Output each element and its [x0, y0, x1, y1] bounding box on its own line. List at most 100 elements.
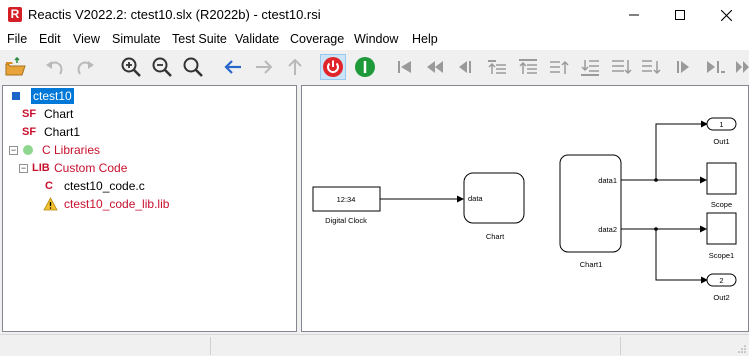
step-in-icon: [488, 60, 506, 74]
redo-button[interactable]: [72, 54, 98, 80]
tree-item-code-lib[interactable]: ctest10_code_lib.lib: [43, 195, 171, 213]
tree-item-label: ctest10: [31, 88, 74, 104]
stateflow-icon: SF: [22, 126, 37, 138]
close-button[interactable]: [703, 0, 749, 30]
up-arrow-icon: [288, 58, 302, 75]
back-button[interactable]: [220, 54, 246, 80]
rewind-button[interactable]: [422, 54, 448, 80]
step-down-icon: [612, 60, 632, 75]
play-icon: [677, 61, 689, 73]
menu-file[interactable]: File: [7, 32, 27, 46]
status-bar: [0, 334, 749, 356]
redo-icon: [77, 61, 94, 75]
step-over-icon: [519, 59, 537, 74]
step-over-button[interactable]: [515, 54, 541, 80]
power-off-button[interactable]: [320, 54, 346, 80]
step-out-button[interactable]: [546, 54, 572, 80]
minimize-button[interactable]: [611, 0, 657, 30]
model-icon: [12, 92, 20, 100]
chart1-label: Chart1: [580, 260, 603, 269]
undo-icon: [46, 61, 63, 75]
diagram-svg: 12:34 Digital Clock data Chart data1 dat…: [312, 117, 737, 302]
maximize-button[interactable]: [657, 0, 703, 30]
scope1-block[interactable]: [706, 212, 737, 245]
model-diagram-canvas[interactable]: 12:34 Digital Clock data Chart data1 dat…: [301, 85, 749, 332]
warning-icon: [43, 197, 58, 211]
tree-item-chart1[interactable]: SF Chart1: [22, 123, 82, 141]
tree-item-label: ctest10_code_lib.lib: [64, 197, 170, 211]
maximize-icon: [675, 10, 685, 20]
resize-grip-icon[interactable]: [737, 344, 747, 354]
digital-clock-block[interactable]: 12:34: [312, 186, 381, 212]
forward-arrow-icon: [256, 60, 273, 74]
menu-edit[interactable]: Edit: [39, 32, 61, 46]
scope1-label: Scope1: [709, 251, 734, 260]
step-end-button[interactable]: [638, 54, 664, 80]
menu-coverage[interactable]: Coverage: [290, 32, 344, 46]
chart1-port1-label: data1: [598, 176, 617, 185]
tree-item-label: Custom Code: [54, 161, 128, 175]
step-end-icon: [642, 60, 661, 75]
menu-bar: File Edit View Simulate Test Suite Valid…: [0, 30, 749, 50]
step-in-button[interactable]: [484, 54, 510, 80]
out1-number: 1: [719, 120, 723, 129]
undo-button[interactable]: [42, 54, 68, 80]
zoom-fit-button[interactable]: [180, 54, 206, 80]
power-on-button[interactable]: [352, 54, 378, 80]
up-button[interactable]: [282, 54, 308, 80]
zoom-out-button[interactable]: [149, 54, 175, 80]
tree-item-ctest10[interactable]: ctest10: [11, 87, 74, 105]
scope-label: Scope: [711, 200, 732, 209]
menu-help[interactable]: Help: [412, 32, 438, 46]
tree-item-label: Chart1: [44, 125, 81, 139]
out1-label: Out1: [713, 137, 729, 146]
step-block-button[interactable]: [577, 54, 603, 80]
step-back-icon: [459, 61, 471, 73]
title-bar: R Reactis V2022.2: ctest10.slx (R2022b) …: [0, 0, 749, 30]
c-file-icon: C: [45, 180, 53, 192]
menu-simulate[interactable]: Simulate: [112, 32, 161, 46]
power-off-icon: [323, 57, 343, 77]
menu-test-suite[interactable]: Test Suite: [172, 32, 227, 46]
step-down-button[interactable]: [608, 54, 634, 80]
tree-item-code-c[interactable]: C ctest10_code.c: [45, 177, 147, 195]
menu-validate[interactable]: Validate: [235, 32, 279, 46]
tree-item-label: C Libraries: [42, 143, 101, 157]
run-to-end-button[interactable]: [702, 54, 728, 80]
zoom-in-icon: [121, 57, 141, 77]
step-back-button[interactable]: [452, 54, 478, 80]
clock-value: 12:34: [337, 195, 356, 204]
power-on-icon: [355, 57, 375, 77]
tree-item-label: Chart: [44, 107, 74, 121]
tree-item-chart[interactable]: SF Chart: [22, 105, 75, 123]
go-to-start-button[interactable]: [392, 54, 418, 80]
model-hierarchy-tree: ctest10 SF Chart SF Chart1 − C Libraries…: [2, 85, 297, 332]
fast-forward-icon: [736, 61, 749, 73]
tree-item-custom-code[interactable]: − LIB Custom Code: [19, 159, 129, 177]
zoom-fit-icon: [183, 57, 203, 77]
chart1-port2-label: data2: [598, 225, 617, 234]
status-cell-main: [210, 337, 620, 355]
stateflow-icon: SF: [22, 108, 37, 120]
collapse-icon[interactable]: −: [19, 163, 28, 173]
play-button[interactable]: [670, 54, 696, 80]
step-out-icon: [550, 60, 569, 74]
step-block-icon: [581, 60, 599, 76]
out2-port-block[interactable]: 2: [706, 273, 737, 287]
scope-block[interactable]: [706, 162, 737, 195]
minimize-icon: [629, 14, 639, 16]
chart1-block[interactable]: data1 data2: [559, 154, 622, 253]
open-folder-icon: [5, 57, 26, 76]
clock-label: Digital Clock: [325, 216, 367, 225]
tree-item-c-libraries[interactable]: − C Libraries: [9, 141, 102, 159]
out1-port-block[interactable]: 1: [706, 117, 737, 131]
menu-view[interactable]: View: [73, 32, 100, 46]
collapse-icon[interactable]: −: [9, 145, 18, 155]
menu-window[interactable]: Window: [354, 32, 398, 46]
open-button[interactable]: [2, 54, 28, 80]
forward-button[interactable]: [251, 54, 277, 80]
lib-tag: LIB: [32, 162, 50, 174]
zoom-in-button[interactable]: [118, 54, 144, 80]
chart-block[interactable]: data: [463, 172, 525, 224]
fast-forward-button[interactable]: [730, 54, 749, 80]
